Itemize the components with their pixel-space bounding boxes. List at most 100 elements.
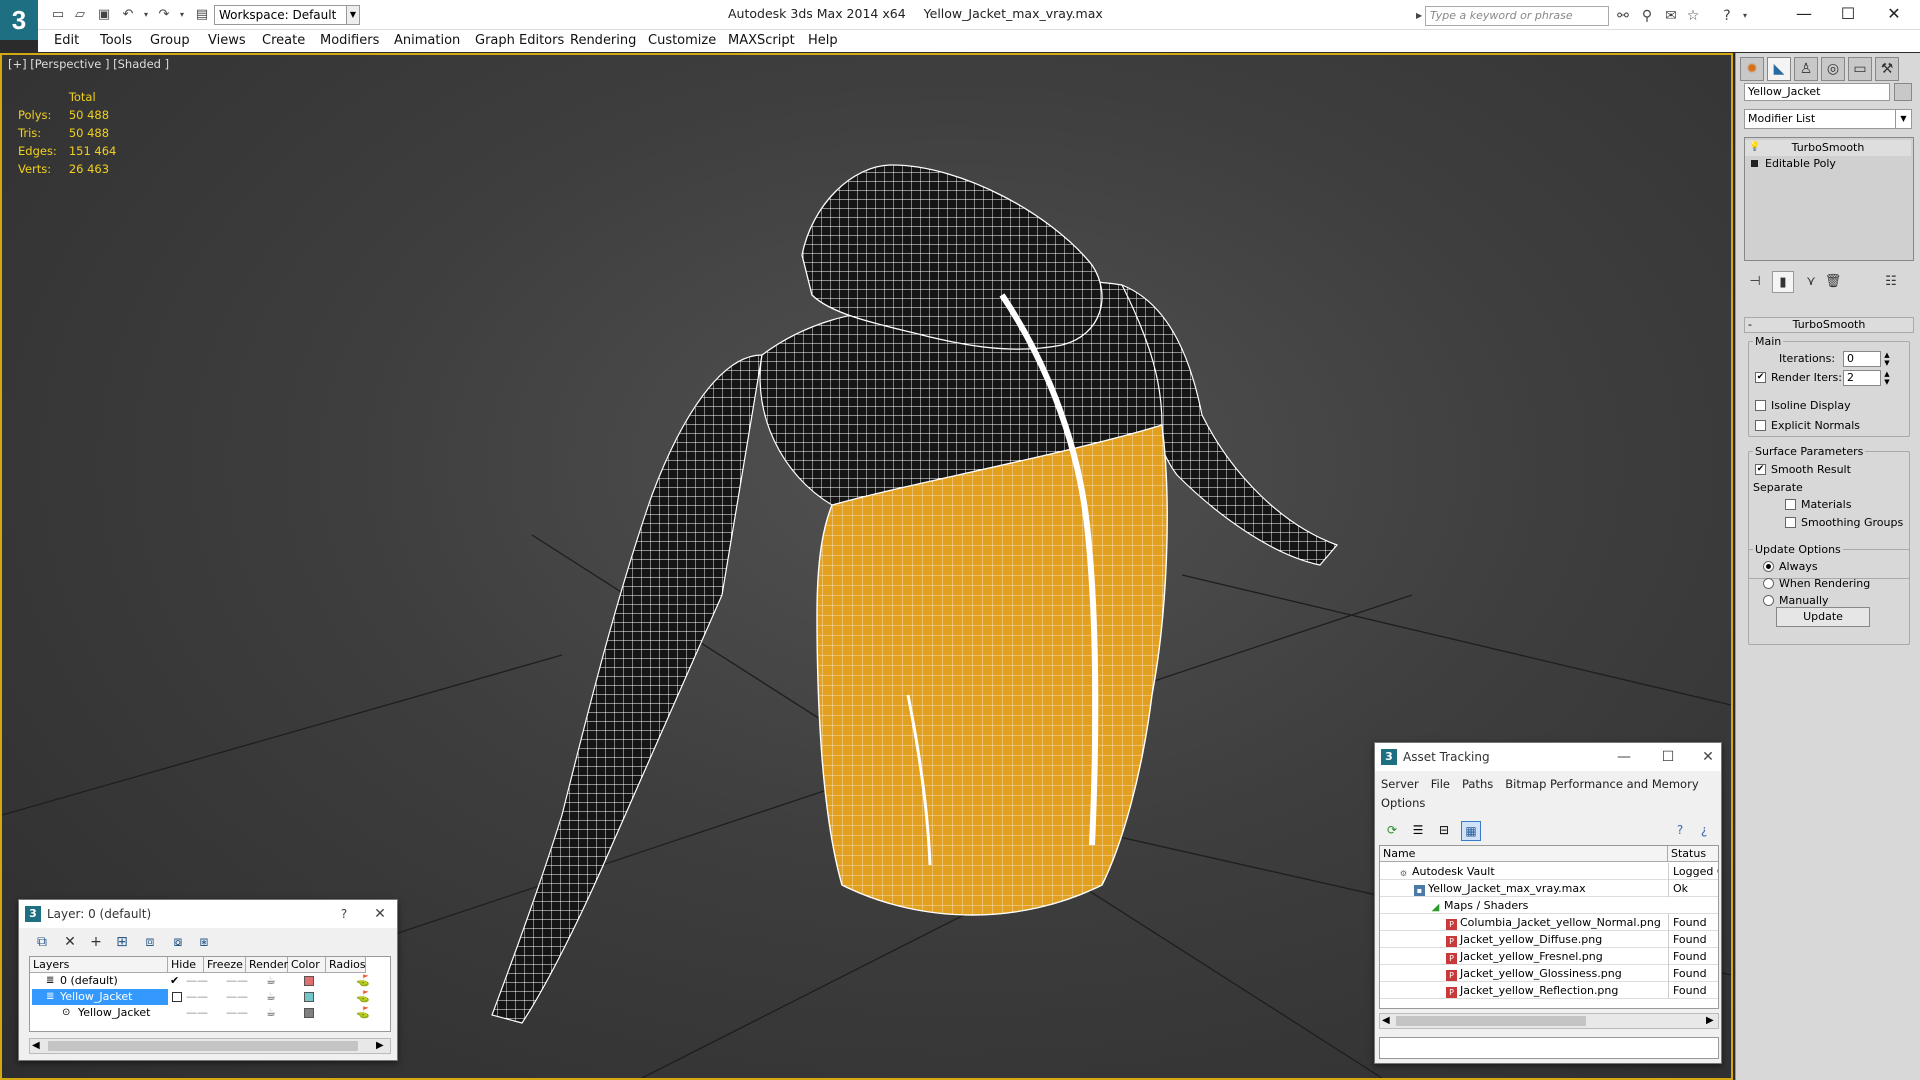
render-teapot-icon[interactable]: ☕	[266, 989, 276, 1005]
highlight-layer-icon[interactable]: ⧈	[139, 932, 161, 952]
select-objects-icon[interactable]: ⊞	[111, 932, 133, 952]
workspace-dropdown[interactable]: Workspace: Default	[214, 5, 354, 25]
help-button[interactable]: ?	[329, 902, 359, 926]
undo-dropdown-icon[interactable]: ▾	[138, 7, 154, 23]
jacket-mesh[interactable]	[491, 164, 1339, 1024]
motion-tab-icon[interactable]: ◎	[1821, 57, 1845, 81]
object-name-field[interactable]: Yellow_Jacket	[1744, 83, 1890, 101]
create-layer-icon[interactable]: ⧉	[31, 932, 53, 952]
column-status[interactable]: Status	[1668, 846, 1718, 862]
scroll-thumb[interactable]	[48, 1041, 358, 1051]
remove-modifier-icon[interactable]: 🗑	[1822, 271, 1844, 293]
column-color[interactable]: Color	[288, 957, 326, 973]
menu-bitmap-performance[interactable]: Bitmap Performance and Memory	[1505, 777, 1698, 791]
column-hide[interactable]: Hide	[168, 957, 204, 973]
menu-group[interactable]: Group	[150, 33, 190, 48]
save-icon[interactable]: ▣	[96, 7, 112, 23]
asset-row[interactable]: P Columbia_Jacket_yellow_Normal.png Found	[1380, 914, 1718, 931]
redo-icon[interactable]: ↷	[156, 7, 172, 23]
communication-center-icon[interactable]: ✉	[1662, 7, 1680, 25]
hide-toggle[interactable]: ——	[186, 1005, 208, 1021]
asset-path-field[interactable]	[1379, 1037, 1719, 1059]
layer-row[interactable]: ≣ Yellow_Jacket —— —— ☕ ⛳	[30, 989, 390, 1005]
radiosity-icon[interactable]: ⛳	[356, 1005, 370, 1021]
asset-row[interactable]: ▪ Yellow_Jacket_max_vray.max Ok	[1380, 880, 1718, 897]
column-layers[interactable]: Layers	[30, 957, 168, 973]
menu-edit[interactable]: Edit	[54, 33, 79, 48]
menu-rendering[interactable]: Rendering	[570, 33, 636, 48]
favorites-star-icon[interactable]: ☆	[1684, 7, 1702, 25]
expand-box-icon[interactable]	[1751, 160, 1758, 167]
menu-paths[interactable]: Paths	[1462, 777, 1493, 791]
stack-item-editable-poly[interactable]: Editable Poly	[1745, 156, 1911, 172]
menu-maxscript[interactable]: MAXScript	[728, 33, 795, 48]
radiosity-icon[interactable]: ⛳	[356, 989, 370, 1005]
list-view-icon[interactable]: ☰	[1409, 821, 1427, 839]
close-icon[interactable]: ✕	[1693, 745, 1723, 769]
explicit-normals-checkbox[interactable]	[1755, 420, 1766, 431]
help-icon[interactable]: ?	[1671, 821, 1689, 839]
close-icon[interactable]: ✕	[1876, 2, 1912, 26]
column-radiosity[interactable]: Radiosi	[326, 957, 366, 973]
lightbulb-icon[interactable]: 💡	[1749, 142, 1760, 152]
asset-row[interactable]: P Jacket_yellow_Glossiness.png Found	[1380, 965, 1718, 982]
close-icon[interactable]: ✕	[365, 902, 395, 926]
smoothing-groups-checkbox[interactable]	[1785, 517, 1796, 528]
layer-horizontal-scrollbar[interactable]: ◀ ▶	[29, 1038, 391, 1054]
show-end-result-icon[interactable]: ▮	[1772, 271, 1794, 293]
radiosity-icon[interactable]: ⛳	[356, 973, 370, 989]
detail-view-icon[interactable]: ⊟	[1435, 821, 1453, 839]
manually-radio[interactable]	[1763, 595, 1774, 606]
project-folder-icon[interactable]: ▤	[194, 7, 210, 23]
scroll-left-icon[interactable]: ◀	[1382, 1014, 1390, 1028]
smooth-result-checkbox[interactable]: ✔	[1755, 464, 1766, 475]
render-iters-checkbox[interactable]: ✔	[1755, 372, 1766, 383]
materials-checkbox[interactable]	[1785, 499, 1796, 510]
spinner-arrows-icon[interactable]: ▲ ▼	[1883, 370, 1891, 386]
search-input[interactable]: Type a keyword or phrase	[1425, 6, 1609, 26]
hierarchy-tab-icon[interactable]: ♙	[1794, 57, 1818, 81]
layer-row[interactable]: ⊙ Yellow_Jacket —— —— ☕ ⛳	[30, 1005, 390, 1021]
subscription-icon[interactable]: ⚲	[1638, 7, 1656, 25]
configure-modifier-sets-icon[interactable]: ☷	[1880, 271, 1902, 293]
menu-customize[interactable]: Customize	[648, 33, 716, 48]
hide-toggle[interactable]: ——	[186, 973, 208, 989]
layer-row[interactable]: ≣ 0 (default) ✔ —— —— ☕ ⛳	[30, 973, 390, 989]
column-render[interactable]: Render	[246, 957, 288, 973]
scroll-right-icon[interactable]: ▶	[1706, 1014, 1714, 1028]
scroll-right-icon[interactable]: ▶	[376, 1039, 384, 1053]
scroll-thumb[interactable]	[1396, 1016, 1586, 1026]
scroll-left-icon[interactable]: ◀	[32, 1039, 40, 1053]
freeze-toggle[interactable]: ——	[226, 1005, 248, 1021]
menu-server[interactable]: Server	[1381, 777, 1419, 791]
menu-create[interactable]: Create	[262, 33, 305, 48]
spinner-arrows-icon[interactable]: ▲ ▼	[1883, 351, 1891, 367]
asset-row[interactable]: P Jacket_yellow_Reflection.png Found	[1380, 982, 1718, 999]
chevron-down-icon[interactable]: ▼	[1895, 110, 1911, 128]
freeze-all-layers-icon[interactable]: ⧆	[193, 932, 215, 952]
delete-layer-icon[interactable]: ✕	[59, 932, 81, 952]
help-context-icon[interactable]: ¿	[1695, 821, 1713, 839]
isoline-display-checkbox[interactable]	[1755, 400, 1766, 411]
new-file-icon[interactable]: ▭	[50, 7, 66, 23]
help-dropdown-icon[interactable]: ▾	[1736, 7, 1754, 25]
pin-stack-icon[interactable]: ⊣	[1744, 271, 1766, 293]
make-unique-icon[interactable]: ⋎	[1800, 271, 1822, 293]
minimize-icon[interactable]: —	[1609, 745, 1639, 769]
current-layer-box[interactable]	[172, 992, 182, 1002]
display-tab-icon[interactable]: ▭	[1848, 57, 1872, 81]
table-view-icon[interactable]: ▦	[1461, 821, 1481, 841]
hide-toggle[interactable]: ——	[186, 989, 208, 1005]
menu-animation[interactable]: Animation	[394, 33, 460, 48]
hide-all-layers-icon[interactable]: ⧇	[167, 932, 189, 952]
maximize-icon[interactable]: ☐	[1653, 745, 1683, 769]
undo-icon[interactable]: ↶	[120, 7, 136, 23]
utilities-tab-icon[interactable]: ⚒	[1875, 57, 1899, 81]
binoculars-icon[interactable]: ⚯	[1614, 7, 1632, 25]
layer-color-swatch[interactable]	[304, 976, 314, 986]
asset-row[interactable]: ⚙ Autodesk Vault Logged O	[1380, 863, 1718, 880]
open-file-icon[interactable]: ▱	[72, 7, 88, 23]
minimize-icon[interactable]: —	[1786, 2, 1822, 26]
object-color-swatch[interactable]	[1894, 83, 1912, 101]
redo-dropdown-icon[interactable]: ▾	[174, 7, 190, 23]
